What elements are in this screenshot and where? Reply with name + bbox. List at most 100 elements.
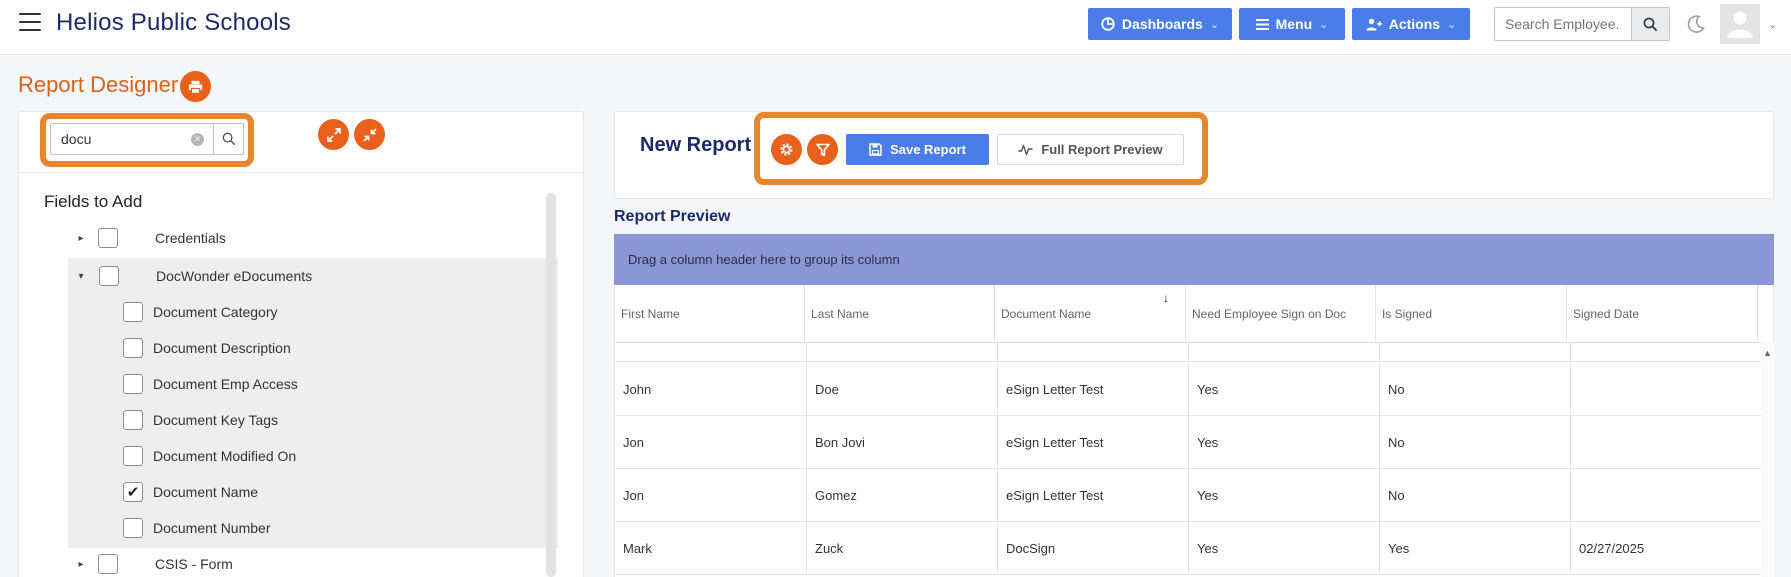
column-header-first-name[interactable]: First Name — [615, 285, 805, 342]
expand-icon — [326, 127, 341, 142]
tree-label[interactable]: Document Emp Access — [153, 376, 298, 392]
fields-title: Fields to Add — [44, 192, 143, 211]
table-cell: Yes — [1189, 522, 1380, 575]
column-header-label: First Name — [621, 306, 680, 321]
group-drop-area[interactable]: Drag a column header here to group its c… — [614, 234, 1774, 285]
checkbox[interactable] — [123, 446, 143, 466]
menu-label: Menu — [1275, 16, 1313, 32]
checkbox[interactable] — [99, 266, 119, 286]
grid-scrollbar[interactable]: ▲ — [1761, 342, 1775, 577]
checkbox[interactable] — [123, 518, 143, 538]
print-button[interactable] — [180, 71, 211, 102]
chevron-down-icon: ⌄ — [1319, 18, 1329, 31]
collapse-all-button[interactable] — [354, 119, 385, 150]
table-row[interactable]: Mark Zuck DocSign Yes Yes 02/27/2025 — [615, 522, 1761, 575]
save-report-label: Save Report — [890, 142, 966, 157]
user-avatar-icon — [1727, 11, 1753, 38]
fields-scrollbar[interactable] — [546, 193, 556, 577]
moon-icon[interactable] — [1685, 13, 1707, 35]
checkbox[interactable] — [123, 374, 143, 394]
caret-down-icon[interactable]: ▾ — [76, 271, 86, 282]
expand-all-button[interactable] — [318, 119, 349, 150]
table-cell: eSign Letter Test — [998, 469, 1189, 522]
checkbox[interactable] — [123, 410, 143, 430]
checkbox[interactable] — [98, 554, 118, 574]
dashboard-icon — [1101, 17, 1115, 31]
column-header-is-signed[interactable]: Is Signed — [1376, 285, 1567, 342]
gear-icon — [780, 143, 793, 156]
tree-label[interactable]: Document Category — [153, 304, 278, 320]
field-search-input[interactable] — [51, 124, 213, 154]
report-title: New Report — [640, 134, 752, 156]
table-cell: 02/27/2025 — [1579, 541, 1645, 556]
caret-right-icon[interactable]: ▸ — [76, 233, 86, 244]
report-settings-button[interactable] — [771, 134, 802, 165]
tree-group-csis: ▸ CSIS - Form — [76, 553, 233, 575]
tree-group-docwonder: ▾ DocWonder eDocuments — [76, 265, 312, 287]
search-icon — [1643, 17, 1658, 31]
actions-button[interactable]: Actions ⌄ — [1352, 8, 1470, 40]
save-report-button[interactable]: Save Report — [846, 134, 989, 165]
field-search-button[interactable] — [213, 124, 243, 154]
column-header-document-name[interactable]: Document Name ↓ — [995, 285, 1186, 342]
table-cell: Yes — [1380, 522, 1571, 575]
employee-search-button[interactable] — [1631, 8, 1669, 40]
column-header-need-sign[interactable]: Need Employee Sign on Doc — [1186, 285, 1376, 342]
column-header-signed-date[interactable]: Signed Date — [1567, 285, 1758, 342]
checkbox-checked[interactable]: ✔ — [123, 482, 143, 502]
table-row[interactable]: John Doe eSign Letter Test Yes No — [615, 363, 1761, 416]
caret-right-icon[interactable]: ▸ — [76, 559, 86, 570]
save-icon — [869, 143, 882, 156]
table-row[interactable]: Jon Gomez eSign Letter Test Yes No — [615, 469, 1761, 522]
dashboards-button[interactable]: Dashboards ⌄ — [1088, 8, 1232, 40]
tree-label[interactable]: Document Name — [153, 484, 258, 500]
tree-label[interactable]: Document Number — [153, 520, 271, 536]
table-cell: Jon — [615, 469, 807, 522]
user-plus-icon — [1366, 18, 1382, 30]
brand-title[interactable]: Helios Public Schools — [56, 9, 291, 37]
tree-label[interactable]: Document Modified On — [153, 448, 296, 464]
full-report-preview-label: Full Report Preview — [1041, 142, 1163, 157]
full-report-preview-button[interactable]: Full Report Preview — [997, 134, 1184, 165]
tree-group-credentials: ▸ Credentials — [76, 227, 226, 249]
table-cell: eSign Letter Test — [998, 416, 1189, 469]
dashboards-label: Dashboards — [1121, 16, 1203, 32]
field-search: × — [50, 123, 244, 155]
checkbox[interactable] — [123, 302, 143, 322]
grid-cell — [998, 342, 1189, 362]
filter-icon — [815, 143, 830, 156]
menu-button[interactable]: Menu ⌄ — [1239, 8, 1345, 40]
column-header-label: Last Name — [811, 306, 870, 321]
table-cell: DocSign — [998, 522, 1189, 575]
clear-icon[interactable]: × — [191, 133, 204, 146]
column-header-last-name[interactable]: Last Name — [805, 285, 995, 342]
employee-search-input[interactable] — [1495, 8, 1631, 40]
column-header-label: Need Employee Sign on Doc — [1192, 306, 1347, 321]
page-title: Report Designer — [18, 72, 179, 97]
menu-icon[interactable] — [19, 13, 41, 31]
table-cell — [1571, 469, 1761, 522]
chevron-down-icon: ⌄ — [1768, 18, 1778, 31]
sort-descending-icon[interactable]: ↓ — [1163, 291, 1169, 305]
tree-label[interactable]: Document Key Tags — [153, 412, 278, 428]
actions-label: Actions — [1388, 16, 1441, 32]
grid-cell — [1380, 342, 1571, 362]
tree-item: Document Category — [123, 301, 278, 323]
tree-label[interactable]: CSIS - Form — [155, 556, 233, 572]
tree-item: Document Key Tags — [123, 409, 278, 431]
tree-label[interactable]: Credentials — [155, 230, 226, 246]
chevron-down-icon: ⌄ — [1447, 18, 1457, 31]
column-header-label: Is Signed — [1382, 306, 1433, 321]
report-filter-button[interactable] — [807, 134, 838, 165]
user-menu[interactable]: ⌄ — [1720, 4, 1784, 44]
tree-label[interactable]: Document Description — [153, 340, 291, 356]
table-cell — [1571, 363, 1761, 416]
table-cell: Yes — [1189, 416, 1380, 469]
scroll-up-icon[interactable]: ▲ — [1763, 348, 1772, 358]
checkbox[interactable] — [98, 228, 118, 248]
group-hint: Drag a column header here to group its c… — [628, 252, 900, 267]
checkbox[interactable] — [123, 338, 143, 358]
table-row[interactable]: Jon Bon Jovi eSign Letter Test Yes No — [615, 416, 1761, 469]
print-icon — [188, 80, 203, 94]
tree-label[interactable]: DocWonder eDocuments — [156, 268, 312, 284]
